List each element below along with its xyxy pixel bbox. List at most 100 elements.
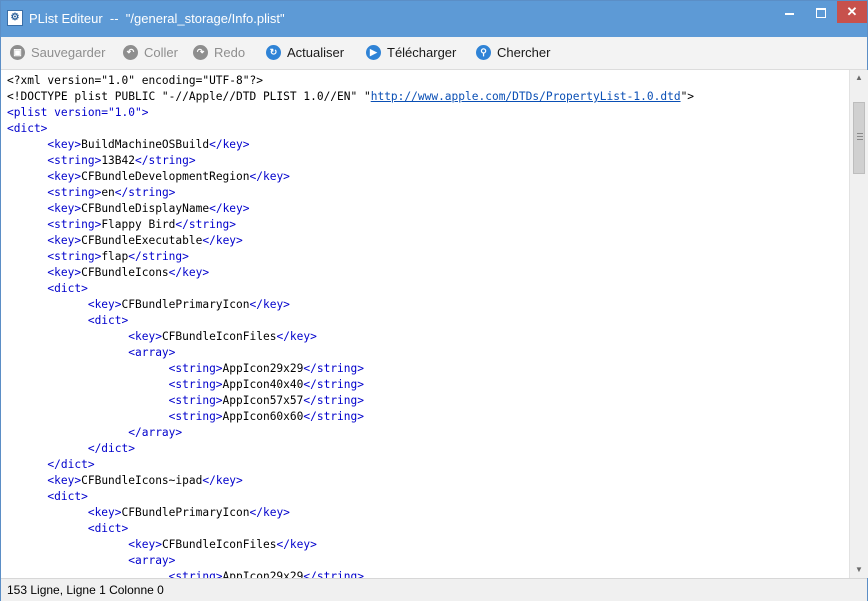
- editor-line: </dict>: [7, 457, 694, 473]
- vertical-scrollbar[interactable]: ▲ ▼: [849, 70, 868, 578]
- minimize-button[interactable]: [775, 1, 804, 23]
- editor-line: <string>AppIcon60x60</string>: [7, 409, 694, 425]
- refresh-button-label: Actualiser: [287, 45, 345, 60]
- editor-line: <dict>: [7, 313, 694, 329]
- plist-text-editor[interactable]: <?xml version="1.0" encoding="UTF-8"?> <!…: [1, 70, 849, 578]
- save-icon: ▣: [10, 45, 25, 60]
- editor-line: </dict>: [7, 441, 694, 457]
- xml-open-tag: <key>: [47, 138, 82, 151]
- editor-line: <key>CFBundlePrimaryIcon</key>: [7, 505, 694, 521]
- xml-close-tag: </string>: [303, 362, 364, 375]
- xml-tag: <array>: [128, 346, 176, 359]
- xml-tag: </dict>: [47, 458, 95, 471]
- xml-close-tag: </key>: [202, 474, 243, 487]
- xml-close-tag: </key>: [249, 298, 290, 311]
- xml-close-tag: </key>: [249, 170, 290, 183]
- xml-close-tag: </key>: [209, 202, 250, 215]
- plist-app-icon: ⚙: [7, 10, 23, 26]
- editor-line: <dict>: [7, 281, 694, 297]
- editor-line: <?xml version="1.0" encoding="UTF-8"?>: [7, 73, 694, 89]
- xml-close-tag: </key>: [202, 234, 243, 247]
- key-value: CFBundleIcons: [81, 266, 169, 279]
- xml-close-tag: </string>: [128, 250, 189, 263]
- maximize-icon: [816, 7, 826, 18]
- editor-line: <!DOCTYPE plist PUBLIC "-//Apple//DTD PL…: [7, 89, 694, 105]
- key-value: CFBundleDevelopmentRegion: [81, 170, 250, 183]
- redo-button-label: Redo: [214, 45, 246, 60]
- minimize-icon: [785, 12, 794, 15]
- editor-line: <string>AppIcon57x57</string>: [7, 393, 694, 409]
- editor-line: </array>: [7, 425, 694, 441]
- close-icon: ✕: [846, 4, 858, 19]
- doctype-text-end: ">: [680, 90, 695, 103]
- download-button-label: Télécharger: [387, 45, 457, 60]
- title-bar[interactable]: ⚙ PList Editeur -- "/general_storage/Inf…: [1, 1, 867, 37]
- editor-line: <string>flap</string>: [7, 249, 694, 265]
- editor-line: <string>AppIcon40x40</string>: [7, 377, 694, 393]
- editor-line: <string>AppIcon29x29</string>: [7, 361, 694, 377]
- scroll-down-icon[interactable]: ▼: [850, 562, 868, 578]
- editor-line: <dict>: [7, 121, 694, 137]
- xml-close-tag: </key>: [276, 538, 317, 551]
- search-icon: ⚲: [476, 45, 491, 60]
- string-value: Flappy Bird: [101, 218, 176, 231]
- key-value: CFBundleExecutable: [81, 234, 203, 247]
- xml-open-tag: <string>: [168, 378, 223, 391]
- toolbar: ▣ Sauvegarder ↶ Coller ↷ Redo ↻ Actualis…: [1, 37, 867, 70]
- editor-line: <key>CFBundleIconFiles</key>: [7, 329, 694, 345]
- editor-line: <key>CFBundleDevelopmentRegion</key>: [7, 169, 694, 185]
- dtd-link[interactable]: http://www.apple.com/DTDs/PropertyList-1…: [371, 90, 681, 103]
- window-title: PList Editeur -- "/general_storage/Info.…: [29, 11, 285, 26]
- string-value: AppIcon29x29: [222, 570, 304, 578]
- editor-lines: <?xml version="1.0" encoding="UTF-8"?> <!…: [7, 73, 694, 578]
- string-value: AppIcon40x40: [222, 378, 304, 391]
- refresh-icon: ↻: [266, 45, 281, 60]
- xml-tag: <dict>: [87, 522, 129, 535]
- paste-button-label: Coller: [144, 45, 178, 60]
- search-button-label: Chercher: [497, 45, 551, 60]
- string-value: AppIcon60x60: [222, 410, 304, 423]
- xml-tag: <array>: [128, 554, 176, 567]
- xml-open-tag: <key>: [47, 170, 82, 183]
- xml-open-tag: <string>: [47, 250, 102, 263]
- editor-line: <array>: [7, 553, 694, 569]
- doctype-text: <!DOCTYPE plist PUBLIC "-//Apple//DTD PL…: [7, 90, 371, 103]
- editor-line: <key>CFBundleExecutable</key>: [7, 233, 694, 249]
- xml-tag: </array>: [128, 426, 183, 439]
- xml-tag: <dict>: [7, 122, 48, 135]
- editor-line: <key>CFBundlePrimaryIcon</key>: [7, 297, 694, 313]
- status-text: 153 Ligne, Ligne 1 Colonne 0: [7, 583, 164, 597]
- xml-declaration: <?xml version="1.0" encoding="UTF-8"?>: [7, 74, 263, 87]
- key-value: CFBundleIcons~ipad: [81, 474, 203, 487]
- xml-open-tag: <key>: [47, 202, 82, 215]
- key-value: CFBundlePrimaryIcon: [121, 298, 250, 311]
- close-button[interactable]: ✕: [837, 1, 867, 23]
- maximize-button[interactable]: [807, 1, 835, 23]
- editor-line: <key>CFBundleIconFiles</key>: [7, 537, 694, 553]
- xml-open-tag: <string>: [47, 154, 102, 167]
- download-icon: ▶: [366, 45, 381, 60]
- xml-tag: <plist version="1.0">: [7, 106, 149, 119]
- xml-close-tag: </key>: [168, 266, 210, 279]
- xml-open-tag: <key>: [128, 538, 162, 551]
- xml-close-tag: </key>: [209, 138, 250, 151]
- editor-line: <key>CFBundleIcons</key>: [7, 265, 694, 281]
- string-value: en: [101, 186, 115, 199]
- scroll-up-icon[interactable]: ▲: [850, 70, 868, 86]
- editor-line: <key>BuildMachineOSBuild</key>: [7, 137, 694, 153]
- editor-line: <string>AppIcon29x29</string>: [7, 569, 694, 578]
- key-value: CFBundleDisplayName: [81, 202, 210, 215]
- editor-line: <dict>: [7, 521, 694, 537]
- xml-open-tag: <key>: [128, 330, 162, 343]
- editor-line: <string>13B42</string>: [7, 153, 694, 169]
- xml-open-tag: <key>: [87, 298, 122, 311]
- key-value: CFBundlePrimaryIcon: [121, 506, 250, 519]
- xml-open-tag: <string>: [168, 394, 223, 407]
- xml-open-tag: <key>: [87, 506, 122, 519]
- xml-close-tag: </key>: [249, 506, 290, 519]
- editor-line: <key>CFBundleIcons~ipad</key>: [7, 473, 694, 489]
- editor-line: <plist version="1.0">: [7, 105, 694, 121]
- xml-open-tag: <key>: [47, 474, 82, 487]
- xml-open-tag: <key>: [47, 234, 82, 247]
- scrollbar-thumb[interactable]: [853, 102, 865, 174]
